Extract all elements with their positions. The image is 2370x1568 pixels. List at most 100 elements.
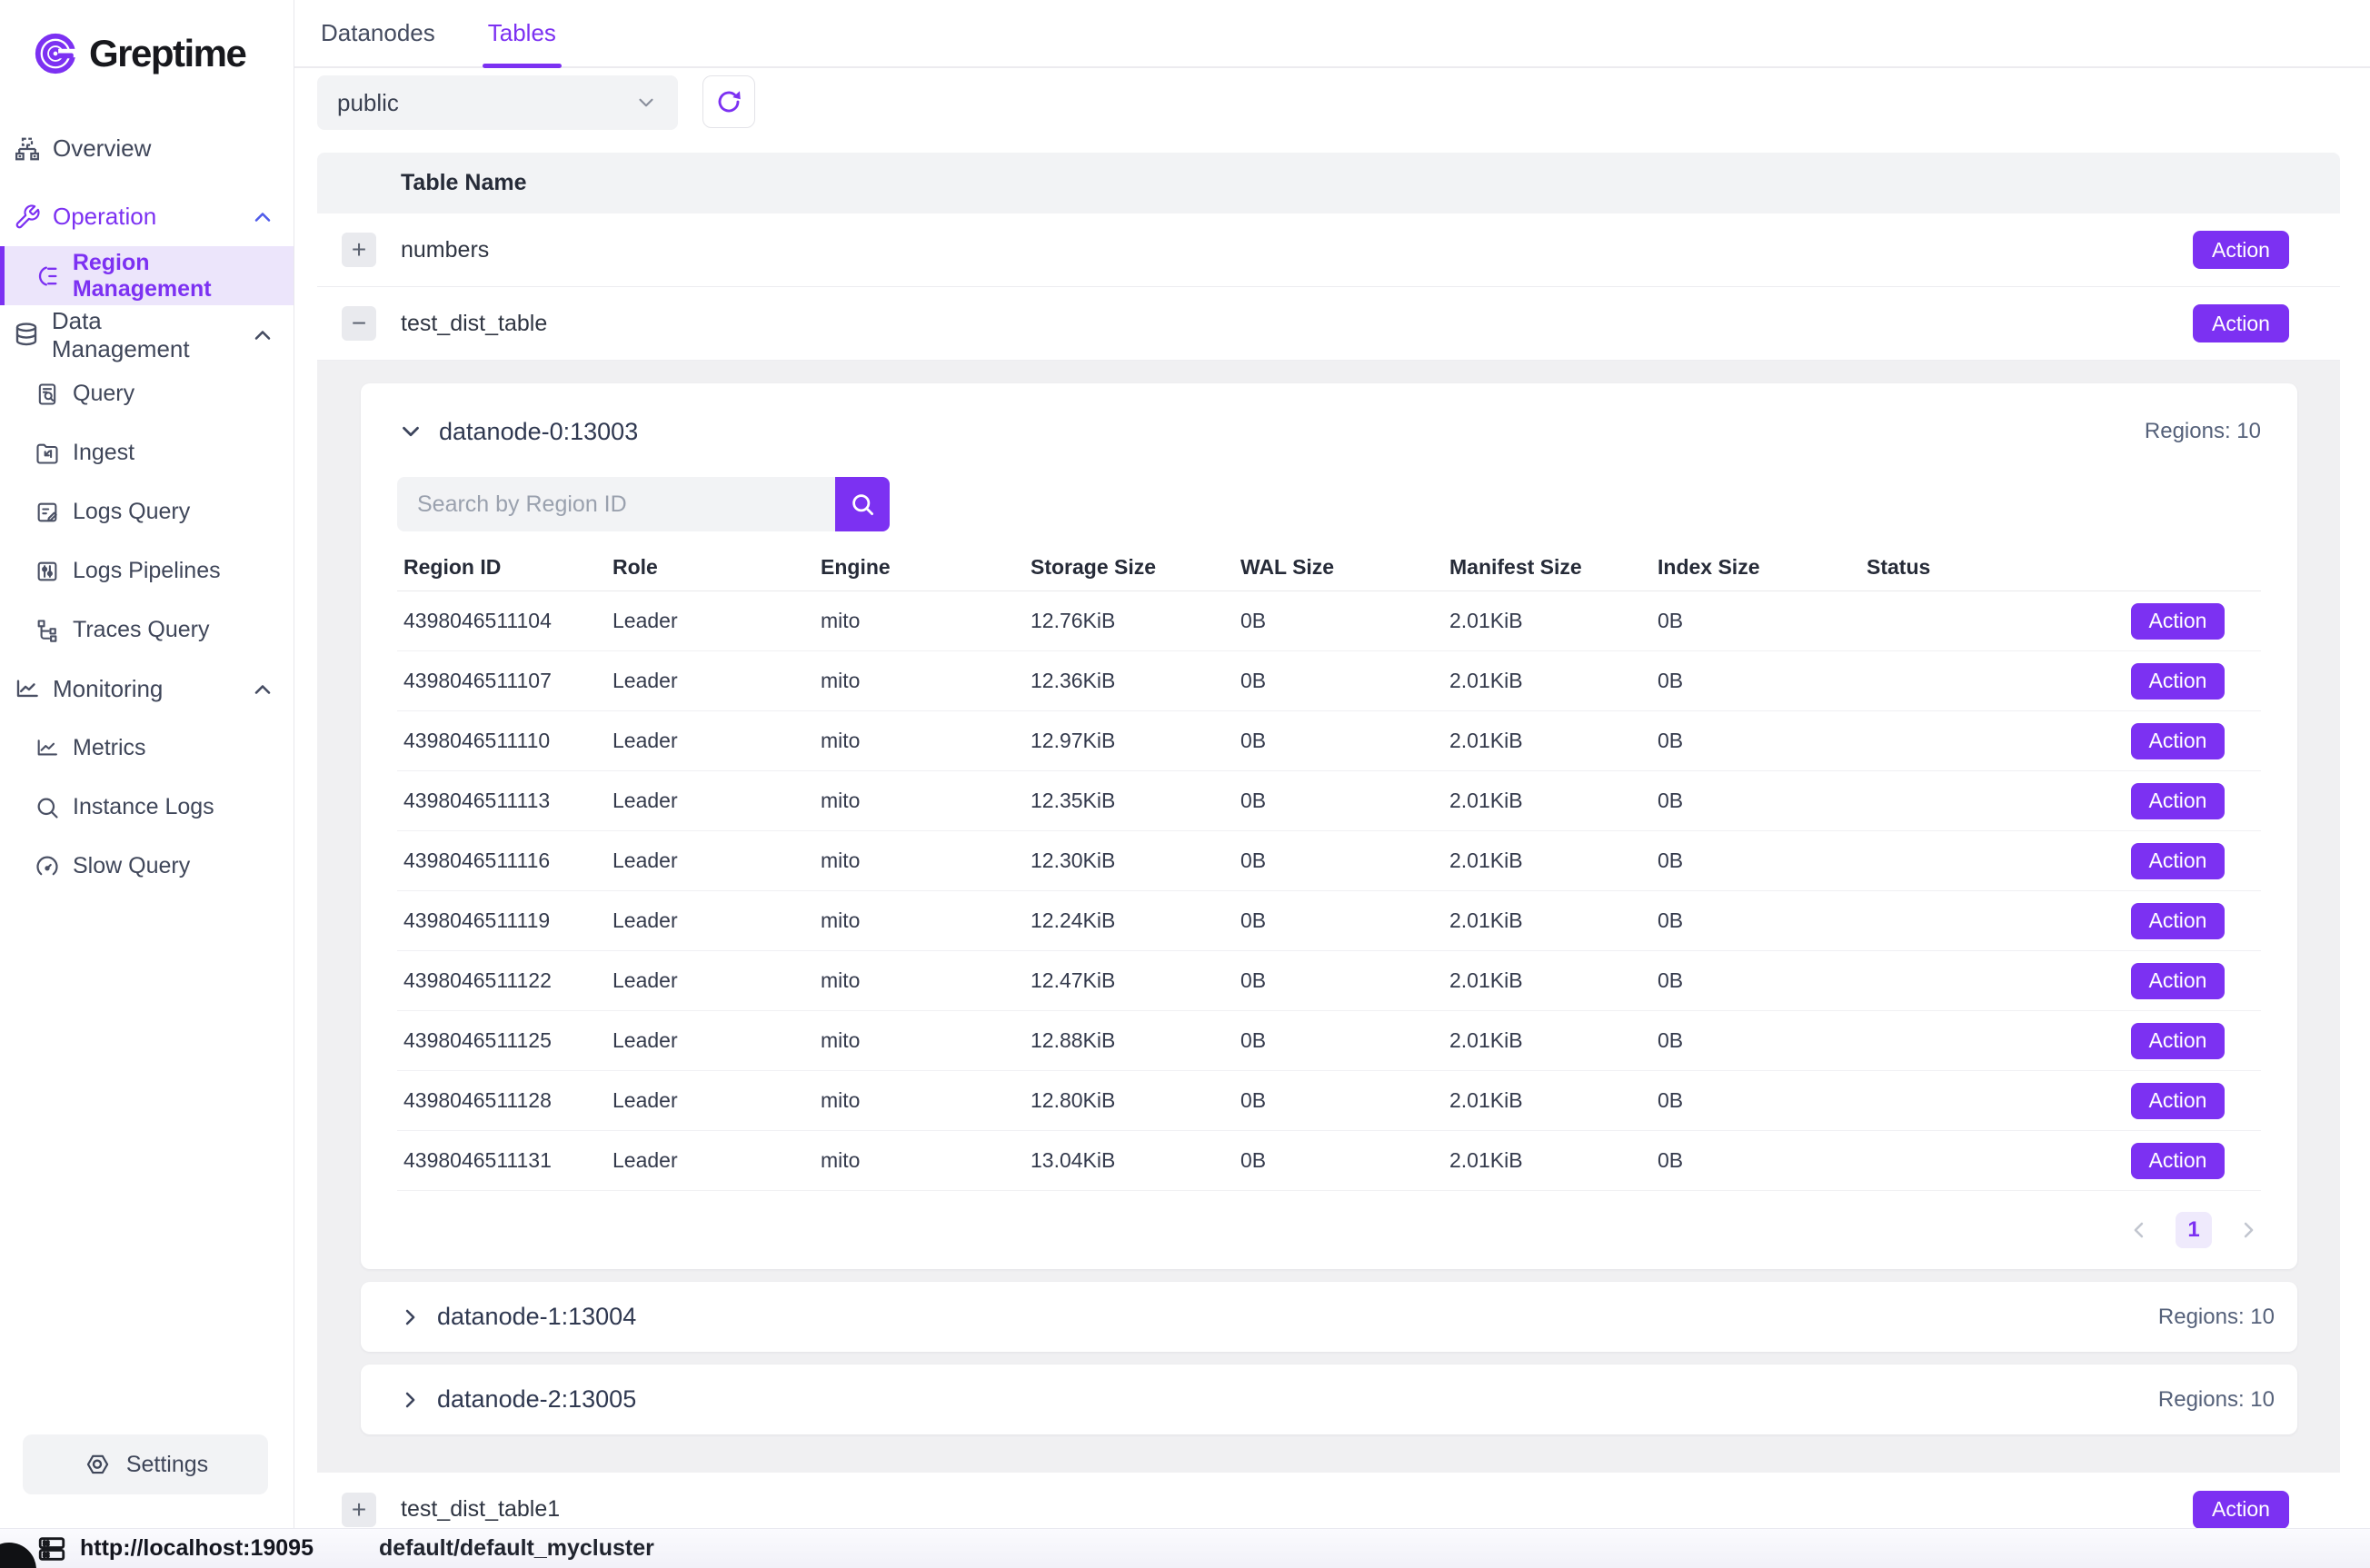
region-action-button[interactable]: Action (2131, 723, 2225, 759)
region-id-cell: 4398046511125 (397, 1028, 612, 1053)
page-number-1[interactable]: 1 (2176, 1212, 2212, 1248)
region-id-cell: 4398046511128 (397, 1088, 612, 1113)
chevron-up-icon[interactable] (250, 323, 275, 348)
prev-page-button[interactable] (2126, 1217, 2152, 1243)
region-search-button[interactable] (835, 477, 890, 531)
region-action-button[interactable]: Action (2131, 1083, 2225, 1119)
engine-cell: mito (821, 908, 1031, 933)
index-size-cell: 0B (1658, 1088, 1867, 1113)
tree-icon (33, 618, 62, 643)
datanode-0-toggle[interactable]: datanode-0:13003 (397, 418, 638, 446)
region-action-button[interactable]: Action (2131, 603, 2225, 640)
storage-size-cell: 12.80KiB (1031, 1088, 1240, 1113)
database-icon (13, 322, 41, 349)
next-page-button[interactable] (2236, 1217, 2261, 1243)
manifest-size-cell: 2.01KiB (1449, 849, 1658, 873)
chevron-up-icon[interactable] (250, 677, 275, 702)
sidebar-item-logs-pipelines[interactable]: Logs Pipelines (0, 541, 294, 600)
sidebar-item-slow-query[interactable]: Slow Query (0, 837, 294, 896)
region-action-button[interactable]: Action (2131, 903, 2225, 939)
sidebar-item-ingest[interactable]: Ingest (0, 423, 294, 482)
regions-count: Regions: 10 (2158, 1305, 2275, 1330)
region-action-button[interactable]: Action (2131, 1143, 2225, 1179)
chevron-right-icon (397, 1387, 423, 1413)
datanode-0-header: datanode-0:13003 Regions: 10 (397, 409, 2261, 454)
tab-bar: Datanodes Tables (294, 0, 2370, 68)
tab-tables[interactable]: Tables (488, 0, 556, 66)
sidebar-item-query[interactable]: Query (0, 364, 294, 423)
expand-plus-icon[interactable]: + (342, 1493, 376, 1527)
tab-datanodes[interactable]: Datanodes (321, 0, 435, 66)
datanode-1-toggle[interactable]: datanode-1:13004 (397, 1303, 636, 1331)
index-size-cell: 0B (1658, 669, 1867, 693)
chevron-down-icon (634, 91, 658, 114)
region-action-button[interactable]: Action (2131, 1023, 2225, 1059)
refresh-button[interactable] (702, 75, 755, 128)
region-search-input[interactable] (397, 477, 835, 531)
role-cell: Leader (612, 789, 821, 813)
sidebar-item-label: Logs Pipelines (73, 558, 221, 584)
gauge-icon (33, 854, 62, 879)
region-action-button[interactable]: Action (2131, 963, 2225, 999)
index-size-cell: 0B (1658, 789, 1867, 813)
engine-cell: mito (821, 729, 1031, 753)
table-name: test_dist_table1 (401, 1496, 560, 1523)
storage-size-cell: 12.24KiB (1031, 908, 1240, 933)
region-row: 4398046511104 Leader mito 12.76KiB 0B 2.… (397, 591, 2261, 651)
region-id-cell: 4398046511131 (397, 1148, 612, 1173)
sidebar-item-instance-logs[interactable]: Instance Logs (0, 778, 294, 837)
server-url[interactable]: http://localhost:19095 (80, 1535, 314, 1562)
table-name-column-header: Table Name (401, 170, 526, 196)
sidebar-section-monitoring[interactable]: Monitoring (0, 660, 294, 719)
region-action-button[interactable]: Action (2131, 663, 2225, 700)
regions-count: Regions: 10 (2145, 419, 2261, 444)
sidebar-item-label: Instance Logs (73, 794, 214, 820)
sidebar-item-label: Overview (53, 134, 151, 163)
table-row-test-dist-table1: + test_dist_table1 Action (317, 1473, 2340, 1529)
datanode-2-toggle[interactable]: datanode-2:13005 (397, 1385, 636, 1414)
corner-widget (0, 1543, 36, 1568)
index-size-cell: 0B (1658, 729, 1867, 753)
table-action-button[interactable]: Action (2193, 1491, 2289, 1529)
sidebar-nav: Overview Operation Region Management (0, 119, 294, 1434)
sidebar-item-region-management[interactable]: Region Management (0, 246, 294, 305)
sidebar-item-metrics[interactable]: Metrics (0, 719, 294, 778)
engine-cell: mito (821, 1088, 1031, 1113)
table-action-button[interactable]: Action (2193, 231, 2289, 269)
role-cell: Leader (612, 729, 821, 753)
wal-size-cell: 0B (1240, 789, 1449, 813)
chevron-up-icon[interactable] (250, 204, 275, 230)
storage-size-cell: 12.36KiB (1031, 669, 1240, 693)
sidebar-item-traces-query[interactable]: Traces Query (0, 600, 294, 660)
database-select[interactable]: public (317, 75, 678, 130)
region-action-button[interactable]: Action (2131, 783, 2225, 819)
database-select-value: public (337, 89, 399, 117)
manifest-size-cell: 2.01KiB (1449, 1028, 1658, 1053)
region-action-button[interactable]: Action (2131, 843, 2225, 879)
metrics-chart-icon (33, 736, 62, 761)
sidebar-section-data-management[interactable]: Data Management (0, 305, 294, 364)
index-size-cell: 0B (1658, 908, 1867, 933)
region-id-cell: 4398046511113 (397, 789, 612, 813)
manifest-size-cell: 2.01KiB (1449, 908, 1658, 933)
expand-plus-icon[interactable]: + (342, 233, 376, 267)
index-size-cell: 0B (1658, 1028, 1867, 1053)
main-panel: Datanodes Tables public Table Name (294, 0, 2370, 1529)
region-row: 4398046511131 Leader mito 13.04KiB 0B 2.… (397, 1131, 2261, 1191)
region-row: 4398046511122 Leader mito 12.47KiB 0B 2.… (397, 951, 2261, 1011)
regions-count: Regions: 10 (2158, 1387, 2275, 1413)
document-search-icon (33, 382, 62, 407)
storage-size-cell: 12.97KiB (1031, 729, 1240, 753)
sidebar-item-overview[interactable]: Overview (0, 119, 294, 178)
manifest-size-cell: 2.01KiB (1449, 789, 1658, 813)
sidebar-item-label: Logs Query (73, 499, 190, 525)
settings-button[interactable]: Settings (23, 1434, 268, 1494)
sidebar-section-operation[interactable]: Operation (0, 187, 294, 246)
table-action-button[interactable]: Action (2193, 304, 2289, 342)
wal-size-cell: 0B (1240, 1028, 1449, 1053)
collapse-minus-icon[interactable]: − (342, 306, 376, 341)
sidebar-item-logs-query[interactable]: Logs Query (0, 482, 294, 541)
storage-size-cell: 12.35KiB (1031, 789, 1240, 813)
cluster-name[interactable]: default/default_mycluster (379, 1535, 654, 1562)
column-header-engine: Engine (821, 555, 1031, 580)
